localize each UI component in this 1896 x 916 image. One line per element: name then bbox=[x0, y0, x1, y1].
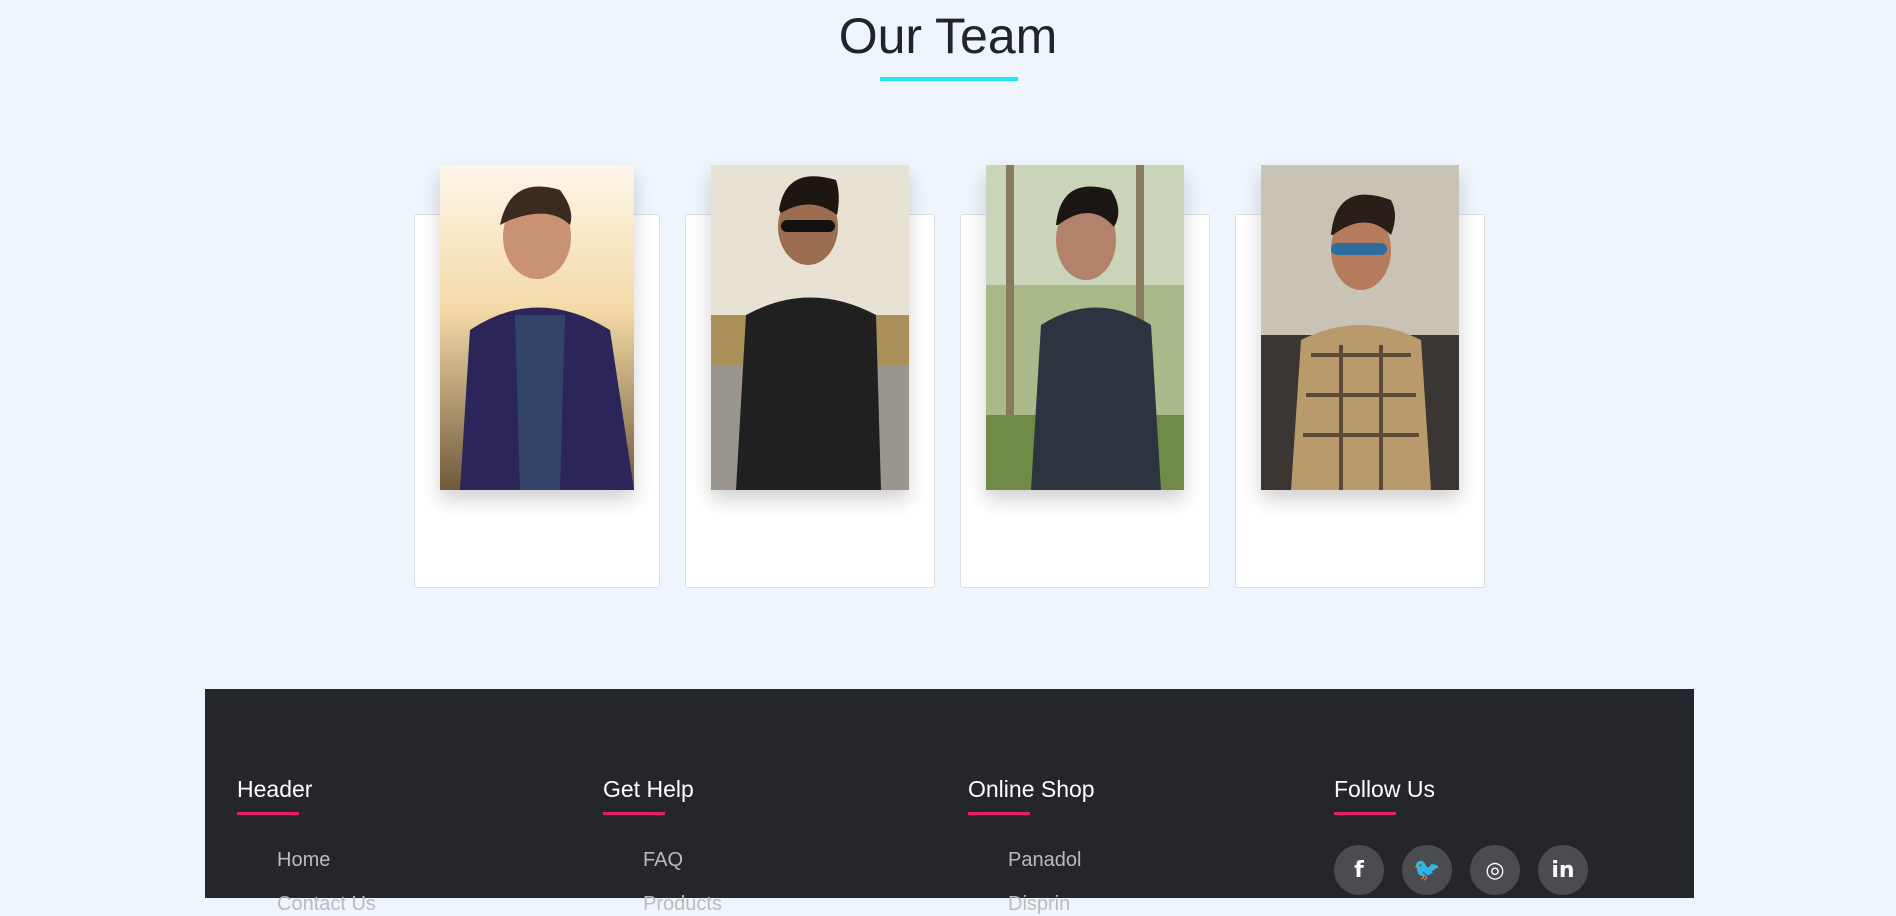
footer-link-home[interactable]: Home bbox=[277, 848, 376, 872]
heading-underline bbox=[968, 812, 1030, 815]
footer-column-follow-us: Follow Us f 🐦 ◎ in bbox=[1334, 775, 1588, 895]
footer-heading: Online Shop bbox=[968, 776, 1095, 802]
footer-column-get-help: Get Help FAQ Products bbox=[603, 775, 722, 916]
footer-link-panadol[interactable]: Panadol bbox=[1008, 848, 1095, 872]
page-title: Our Team bbox=[838, 8, 1058, 64]
team-member-photo-3 bbox=[986, 165, 1184, 490]
facebook-icon[interactable]: f bbox=[1334, 845, 1384, 895]
linkedin-icon[interactable]: in bbox=[1538, 845, 1588, 895]
footer-link-disprin[interactable]: Disprin bbox=[1008, 892, 1095, 916]
heading-underline bbox=[237, 812, 299, 815]
footer-column-online-shop: Online Shop Panadol Disprin bbox=[968, 775, 1095, 916]
team-member-photo-4 bbox=[1261, 165, 1459, 490]
footer-link-products[interactable]: Products bbox=[643, 892, 722, 916]
footer-heading: Follow Us bbox=[1334, 776, 1435, 802]
instagram-icon[interactable]: ◎ bbox=[1470, 845, 1520, 895]
heading-underline bbox=[1334, 812, 1396, 815]
team-member-photo-1 bbox=[440, 165, 634, 490]
title-underline bbox=[880, 77, 1018, 81]
footer-link-faq[interactable]: FAQ bbox=[643, 848, 722, 872]
footer-heading: Get Help bbox=[603, 776, 694, 802]
footer-link-contact[interactable]: Contact Us bbox=[277, 892, 376, 916]
footer: Header Home Contact Us Get Help FAQ Prod… bbox=[205, 689, 1694, 915]
twitter-icon[interactable]: 🐦 bbox=[1402, 845, 1452, 895]
heading-underline bbox=[603, 812, 665, 815]
footer-heading: Header bbox=[237, 776, 313, 802]
footer-column-header: Header Home Contact Us bbox=[237, 775, 376, 916]
team-member-photo-2 bbox=[711, 165, 909, 490]
